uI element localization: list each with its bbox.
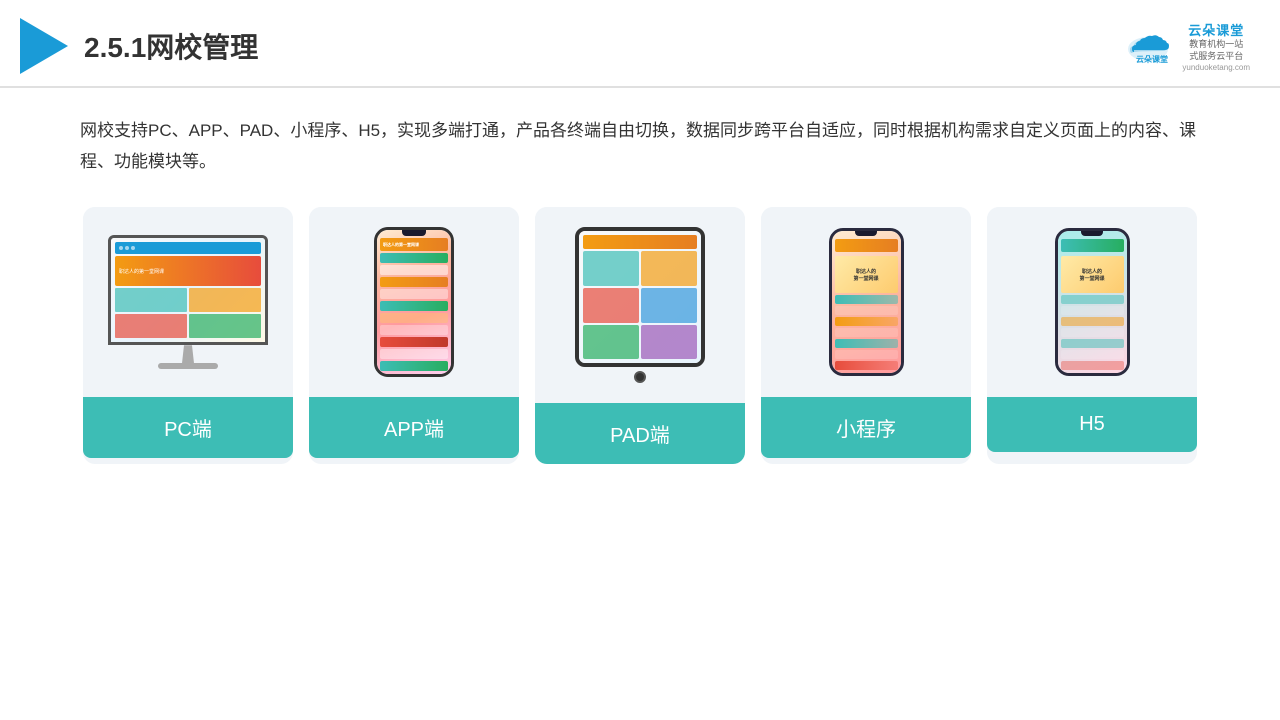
card-h5-image: 职达人的第一堂网课	[987, 207, 1197, 397]
pc-monitor-icon: 职达人的第一堂网课	[108, 235, 268, 369]
pad-tablet-icon	[575, 227, 705, 383]
header-left: 2.5.1网校管理	[20, 18, 258, 74]
miniprogram-phone-icon: 职达人的第一堂网课	[829, 228, 904, 376]
app-phone-icon: 职达人的第一堂网课	[374, 227, 454, 377]
logo-triangle-icon	[20, 18, 68, 74]
card-h5: 职达人的第一堂网课 H5	[987, 207, 1197, 464]
h5-phone-icon: 职达人的第一堂网课	[1055, 228, 1130, 376]
cloud-logo-icon: 云朵课堂	[1122, 27, 1174, 65]
card-pad-image	[535, 207, 745, 403]
card-miniprogram-label: 小程序	[761, 397, 971, 458]
header-right: 云朵课堂 云朵课堂 教育机构一站 式服务云平台 yunduoketang.com	[1122, 20, 1250, 71]
header: 2.5.1网校管理 云朵课堂 云朵课堂 教育机构一站 式服务云平台 yunduo…	[0, 0, 1280, 88]
card-miniprogram: 职达人的第一堂网课 小程序	[761, 207, 971, 464]
card-pad: PAD端	[535, 207, 745, 464]
brand-name: 云朵课堂	[1188, 20, 1244, 39]
card-app-image: 职达人的第一堂网课	[309, 207, 519, 397]
brand-name-text: 云朵课堂	[1136, 54, 1168, 64]
card-pc-image: 职达人的第一堂网课	[83, 207, 293, 397]
brand-tagline: 教育机构一站 式服务云平台	[1189, 39, 1243, 62]
page-title: 2.5.1网校管理	[84, 26, 258, 66]
card-h5-label: H5	[987, 397, 1197, 452]
card-pc-label: PC端	[83, 397, 293, 458]
card-pad-label: PAD端	[535, 403, 745, 464]
card-app-label: APP端	[309, 397, 519, 458]
card-miniprogram-image: 职达人的第一堂网课	[761, 207, 971, 397]
cards-container: 职达人的第一堂网课 PC端	[0, 197, 1280, 484]
brand-url: yunduoketang.com	[1182, 63, 1250, 72]
brand-info: 云朵课堂 教育机构一站 式服务云平台 yunduoketang.com	[1182, 20, 1250, 71]
card-app: 职达人的第一堂网课	[309, 207, 519, 464]
description-text: 网校支持PC、APP、PAD、小程序、H5，实现多端打通，产品各终端自由切换，数…	[0, 88, 1280, 197]
card-pc: 职达人的第一堂网课 PC端	[83, 207, 293, 464]
